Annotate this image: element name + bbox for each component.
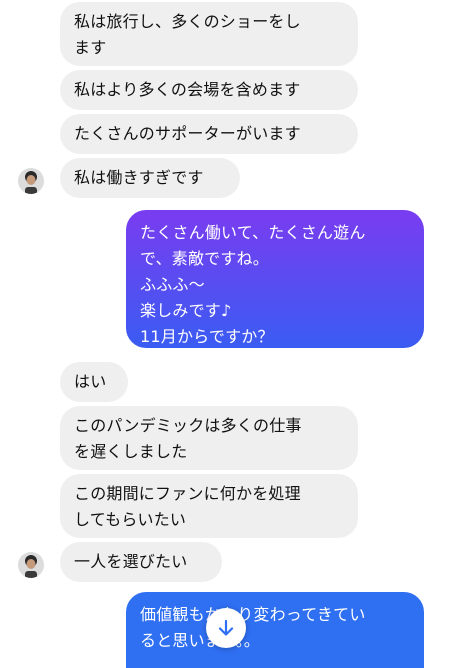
incoming-message[interactable]: 私は働きすぎです (60, 158, 240, 198)
incoming-message[interactable]: はい (60, 362, 128, 402)
contact-avatar[interactable] (18, 552, 44, 578)
incoming-message[interactable]: たくさんのサポーターがいます (60, 114, 358, 154)
scroll-to-bottom-button[interactable] (206, 608, 246, 648)
incoming-message[interactable]: この期間にファンに何かを処理 してもらいたい (60, 474, 358, 538)
incoming-message[interactable]: このパンデミックは多くの仕事 を遅くしました (60, 406, 358, 470)
outgoing-message[interactable]: たくさん働いて、たくさん遊ん で、素敵ですね。 ふふふ〜 楽しみです♪ 11月か… (126, 210, 424, 348)
contact-avatar[interactable] (18, 168, 44, 194)
incoming-message[interactable]: 私は旅行し、多くのショーをし ます (60, 2, 358, 66)
outgoing-message[interactable]: 価値観もかなり変わってきてい ると思います。。 (126, 592, 424, 668)
arrow-down-icon (218, 619, 234, 636)
incoming-message[interactable]: 一人を選びたい (60, 542, 222, 582)
incoming-message[interactable]: 私はより多くの会場を含めます (60, 70, 358, 110)
